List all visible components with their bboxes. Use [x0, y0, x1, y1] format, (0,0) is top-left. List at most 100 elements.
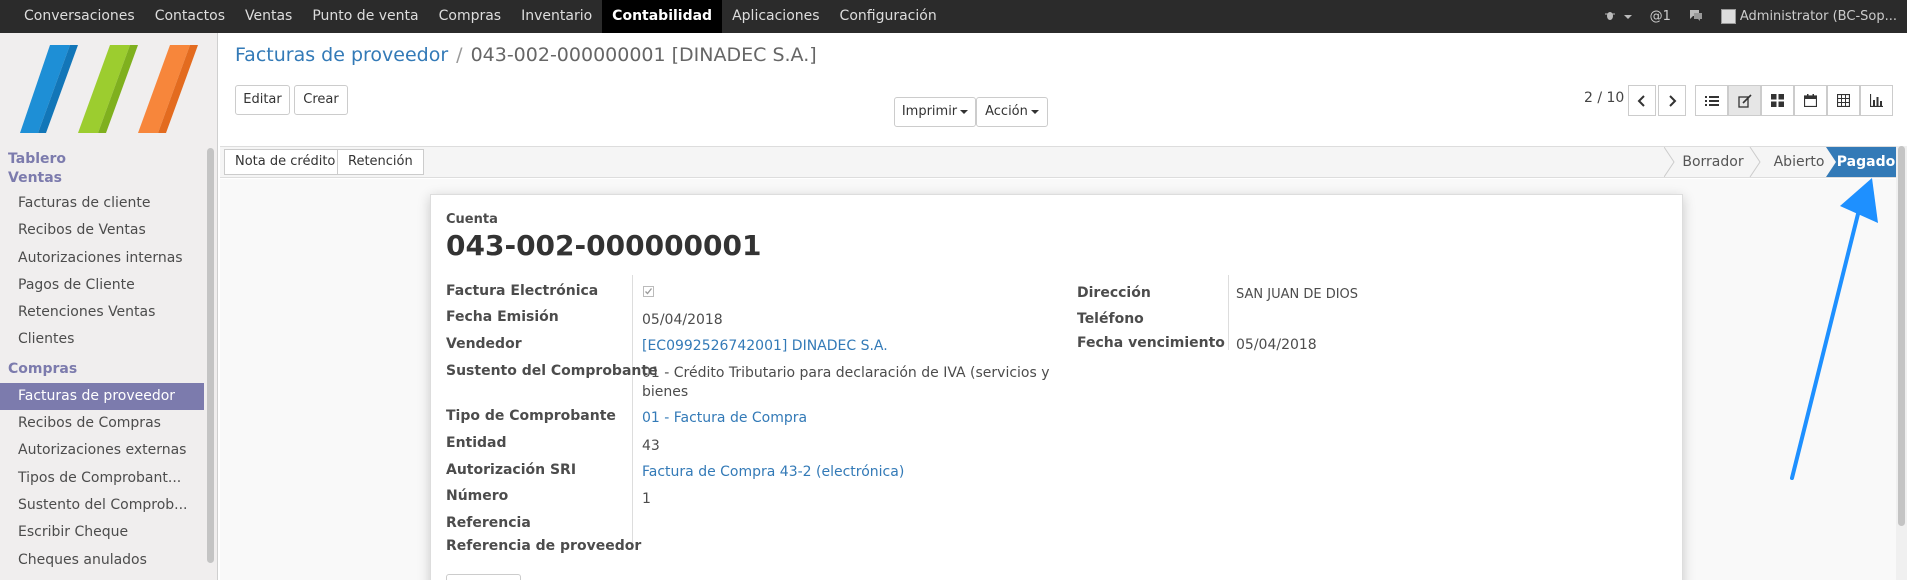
table-icon	[1837, 94, 1850, 107]
stage-paid: Pagado	[1836, 154, 1896, 170]
electronic-label: Factura Electrónica	[446, 283, 599, 299]
sidebar-scrollbar[interactable]	[207, 148, 214, 563]
user-name: Administrator (BC-Sop...	[1739, 9, 1897, 24]
invoice-form-sheet: Cuenta 043-002-000000001 Factura Electró…	[430, 194, 1683, 580]
number-value: 1	[642, 491, 651, 507]
edit-button[interactable]: Editar	[235, 85, 290, 115]
vendor-reference-label: Referencia de proveedor	[446, 538, 642, 554]
sidebar-item-sustento-del-comprob-[interactable]: Sustento del Comprob...	[0, 492, 204, 519]
breadcrumb-parent[interactable]: Facturas de proveedor	[235, 44, 448, 66]
print-caret-icon	[960, 109, 969, 114]
kanban-icon	[1771, 94, 1784, 107]
sidebar-head-tablero[interactable]: Tablero	[0, 150, 204, 169]
invoice-title: 043-002-000000001	[446, 229, 762, 262]
avatar	[1720, 9, 1736, 24]
chat-icon[interactable]	[1689, 9, 1703, 25]
sidebar-item-recibos-de-ventas[interactable]: Recibos de Ventas	[0, 217, 204, 244]
form-tab-stub[interactable]	[446, 574, 521, 580]
date-value: 05/04/2018	[642, 312, 723, 328]
debug-icon[interactable]	[1604, 9, 1632, 25]
calendar-icon	[1804, 94, 1817, 107]
sidebar-item-facturas-de-proveedor[interactable]: Facturas de proveedor	[0, 382, 204, 411]
edit-icon	[1737, 93, 1752, 108]
pager-previous-button[interactable]	[1628, 85, 1656, 116]
sidebar-item-autorizaciones-internas[interactable]: Autorizaciones internas	[0, 245, 204, 272]
menu-item-ventas[interactable]: Ventas	[235, 0, 302, 33]
main-menu: Conversaciones Contactos Ventas Punto de ve…	[0, 0, 947, 33]
sri-auth-link[interactable]: Factura de Compra 43-2 (electrónica)	[642, 464, 904, 480]
menu-item-aplicaciones[interactable]: Aplicaciones	[722, 0, 829, 33]
breadcrumb-separator: /	[456, 44, 463, 66]
action-caret-icon	[1030, 109, 1039, 114]
sidebar-item-cheques-anulados[interactable]: Cheques anulados	[0, 547, 204, 574]
sidebar-item-facturas-de-cliente[interactable]: Facturas de cliente	[0, 190, 204, 217]
sidebar-item-autorizaciones-externas[interactable]: Autorizaciones externas	[0, 437, 204, 464]
sidebar-head-compras: Compras	[8, 360, 78, 377]
number-label: Número	[446, 488, 509, 504]
print-button[interactable]: Imprimir	[894, 97, 976, 127]
action-button[interactable]: Acción	[976, 97, 1048, 127]
kanban-view-button[interactable]	[1761, 85, 1794, 116]
retention-button[interactable]: Retención	[337, 149, 424, 175]
calendar-view-button[interactable]	[1794, 85, 1827, 116]
top-navbar: Conversaciones Contactos Ventas Punto de ve…	[0, 0, 1907, 33]
menu-item-inventario[interactable]: Inventario	[511, 0, 602, 33]
sidebar-item-pagos-de-cliente[interactable]: Pagos de Cliente	[0, 272, 204, 299]
menu-item-contactos[interactable]: Contactos	[145, 0, 235, 33]
list-icon	[1704, 95, 1719, 106]
due-date-value: 05/04/2018	[1236, 337, 1317, 353]
phone-label: Teléfono	[1077, 311, 1144, 327]
sidebar: Tablero Ventas Facturas de cliente Recibo…	[0, 33, 218, 580]
menu-item-contabilidad[interactable]: Contabilidad	[602, 0, 723, 33]
due-date-label: Fecha vencimiento	[1077, 335, 1225, 351]
sidebar-item-clientes[interactable]: Clientes	[0, 326, 204, 353]
sidebar-item-escribir-cheque[interactable]: Escribir Cheque	[0, 519, 204, 546]
breadcrumb-current: 043-002-000000001 [DINADEC S.A.]	[470, 44, 817, 66]
support-label: Sustento del Comprobante	[446, 363, 658, 379]
vendor-label: Vendedor	[446, 336, 522, 352]
list-view-button[interactable]	[1695, 85, 1728, 116]
doctype-link[interactable]: 01 - Factura de Compra	[642, 410, 807, 426]
compras-list: Facturas de proveedor Recibos de Compras A…	[0, 382, 204, 574]
menu-item-compras[interactable]: Compras	[429, 0, 512, 33]
chevron-left-icon	[1637, 94, 1645, 107]
address-label: Dirección	[1077, 285, 1151, 301]
systray: @1 Administrator (BC-Sop...	[1586, 0, 1907, 33]
stage-open[interactable]: Abierto	[1760, 147, 1838, 177]
left-column-divider	[632, 275, 633, 550]
company-logo	[20, 45, 198, 133]
user-menu[interactable]: Administrator (BC-Sop...	[1720, 9, 1897, 24]
form-view-button[interactable]	[1728, 85, 1761, 116]
account-label: Cuenta	[446, 212, 498, 227]
chevron-right-icon	[1669, 94, 1677, 107]
pivot-view-button[interactable]	[1827, 85, 1860, 116]
bar-chart-icon	[1870, 94, 1883, 107]
menu-item-conversaciones[interactable]: Conversaciones	[14, 0, 145, 33]
sidebar-item-tipos-de-comprobant-[interactable]: Tipos de Comprobant...	[0, 465, 204, 492]
sidebar-item-retenciones-ventas[interactable]: Retenciones Ventas	[0, 299, 204, 326]
doctype-label: Tipo de Comprobante	[446, 408, 616, 424]
action-label: Acción	[985, 104, 1028, 119]
address-value: SAN JUAN DE DIOS	[1236, 287, 1359, 302]
main-scrollbar[interactable]	[1896, 146, 1907, 580]
menu-item-configuraci-n[interactable]: Configuración	[830, 0, 947, 33]
create-button[interactable]: Crear	[294, 85, 348, 115]
sri-auth-label: Autorización SRI	[446, 462, 577, 478]
support-value-line2: bienes	[642, 384, 689, 400]
pager-next-button[interactable]	[1658, 85, 1686, 116]
sidebar-nav: Tablero Ventas Facturas de cliente Recibo…	[0, 150, 204, 574]
annotation-arrow-icon	[1790, 178, 1878, 480]
pager-value: 2 / 10	[1584, 90, 1625, 106]
entity-value: 43	[642, 438, 660, 454]
checkbox-checked-icon	[643, 286, 654, 297]
electronic-checkbox[interactable]	[643, 285, 654, 301]
reference-label: Referencia	[446, 515, 531, 531]
notifications[interactable]: @1	[1650, 9, 1671, 24]
stage-draft[interactable]: Borrador	[1673, 147, 1753, 177]
credit-note-button[interactable]: Nota de crédito	[224, 149, 347, 175]
print-label: Imprimir	[901, 104, 958, 119]
menu-item-punto-de-venta[interactable]: Punto de venta	[302, 0, 428, 33]
vendor-link[interactable]: [EC0992526742001] DINADEC S.A.	[642, 338, 888, 354]
graph-view-button[interactable]	[1860, 85, 1893, 116]
sidebar-item-recibos-de-compras[interactable]: Recibos de Compras	[0, 410, 204, 437]
